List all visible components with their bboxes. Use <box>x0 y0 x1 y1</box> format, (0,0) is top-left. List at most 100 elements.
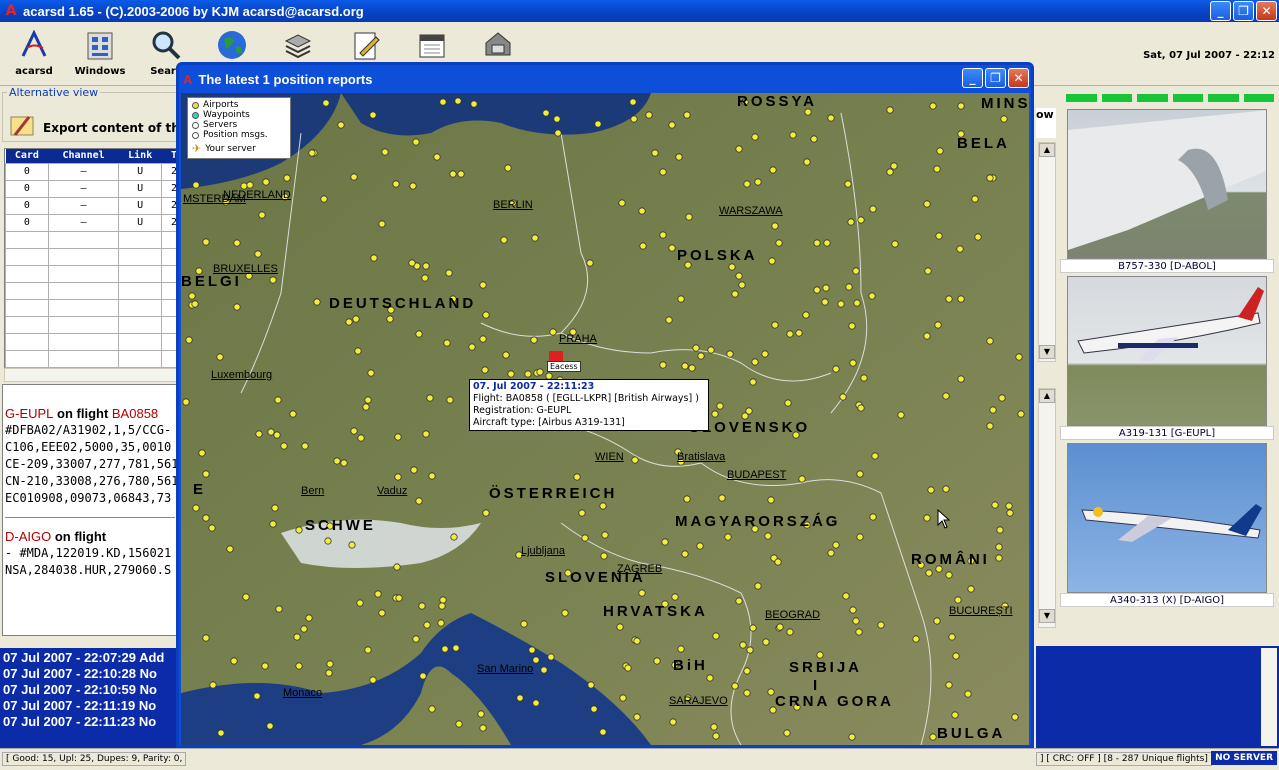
airport-dot[interactable] <box>639 242 647 250</box>
map-city-label[interactable]: Bratislava <box>677 451 725 463</box>
airport-dot[interactable] <box>789 131 797 139</box>
airport-dot[interactable] <box>927 486 935 494</box>
airport-dot[interactable] <box>681 362 689 370</box>
airport-dot[interactable] <box>426 394 434 402</box>
airport-dot[interactable] <box>530 336 538 344</box>
airport-dot[interactable] <box>832 365 840 373</box>
airport-dot[interactable] <box>681 550 689 558</box>
airport-dot[interactable] <box>269 520 277 528</box>
airport-dot[interactable] <box>549 328 557 336</box>
airport-dot[interactable] <box>951 711 959 719</box>
airport-dot[interactable] <box>271 504 279 512</box>
airport-dot[interactable] <box>749 378 757 386</box>
airport-dot[interactable] <box>751 358 759 366</box>
airport-dot[interactable] <box>352 315 360 323</box>
airport-dot[interactable] <box>340 459 348 467</box>
airport-dot[interactable] <box>813 286 821 294</box>
airport-dot[interactable] <box>726 350 734 358</box>
aircraft-photo[interactable]: B757-330 [D-ABOL] <box>1060 109 1274 273</box>
airport-dot[interactable] <box>573 473 581 481</box>
message-detail-box[interactable]: G-EUPL on flight BA0858 #DFBA02/A31902,1… <box>2 384 178 636</box>
airport-dot[interactable] <box>255 430 263 438</box>
airport-dot[interactable] <box>822 284 830 292</box>
airport-dot[interactable] <box>659 168 667 176</box>
airport-dot[interactable] <box>386 315 394 323</box>
airport-dot[interactable] <box>305 614 313 622</box>
airport-dot[interactable] <box>751 133 759 141</box>
airport-dot[interactable] <box>685 213 693 221</box>
airport-dot[interactable] <box>428 472 436 480</box>
airport-dot[interactable] <box>454 97 462 105</box>
airport-dot[interactable] <box>731 290 739 298</box>
airport-dot[interactable] <box>853 299 861 307</box>
airport-dot[interactable] <box>856 533 864 541</box>
airport-dot[interactable] <box>810 135 818 143</box>
airport-dot[interactable] <box>504 164 512 172</box>
airport-dot[interactable] <box>956 245 964 253</box>
airport-dot[interactable] <box>586 259 594 267</box>
airport-dot[interactable] <box>1015 353 1023 361</box>
airport-dot[interactable] <box>716 402 724 410</box>
airport-dot[interactable] <box>449 170 457 178</box>
airport-dot[interactable] <box>630 115 638 123</box>
airport-dot[interactable] <box>712 732 720 740</box>
airport-dot[interactable] <box>1011 713 1019 721</box>
airport-dot[interactable] <box>599 728 607 736</box>
airport-dot[interactable] <box>786 330 794 338</box>
airport-dot[interactable] <box>542 109 550 117</box>
airport-dot[interactable] <box>616 623 624 631</box>
airport-dot[interactable] <box>735 597 743 605</box>
airport-dot[interactable] <box>618 199 626 207</box>
airport-dot[interactable] <box>668 121 676 129</box>
airport-dot[interactable] <box>868 292 876 300</box>
airport-dot[interactable] <box>482 311 490 319</box>
airport-dot[interactable] <box>242 593 250 601</box>
airport-dot[interactable] <box>350 427 358 435</box>
airport-dot[interactable] <box>422 262 430 270</box>
airport-dot[interactable] <box>412 138 420 146</box>
airport-dot[interactable] <box>520 620 528 628</box>
airport-dot[interactable] <box>645 111 653 119</box>
airport-dot[interactable] <box>827 114 835 122</box>
map-city-label[interactable]: San Marino <box>477 663 533 675</box>
table-row[interactable]: 0–U2207 <box>5 162 177 181</box>
airport-dot[interactable] <box>438 602 446 610</box>
airport-dot[interactable] <box>345 318 353 326</box>
airport-dot[interactable] <box>422 430 430 438</box>
airport-dot[interactable] <box>945 681 953 689</box>
airport-dot[interactable] <box>226 545 234 553</box>
airport-dot[interactable] <box>964 690 972 698</box>
airport-dot[interactable] <box>362 403 370 411</box>
airport-dot[interactable] <box>659 231 667 239</box>
airport-dot[interactable] <box>957 295 965 303</box>
airport-dot[interactable] <box>886 168 894 176</box>
airport-dot[interactable] <box>348 541 356 549</box>
airport-dot[interactable] <box>724 533 732 541</box>
airport-dot[interactable] <box>392 180 400 188</box>
event-log[interactable]: 07 Jul 2007 - 22:07:29 Add 07 Jul 2007 -… <box>0 648 178 748</box>
airport-dot[interactable] <box>746 646 754 654</box>
airport-dot[interactable] <box>692 344 700 352</box>
airport-dot[interactable] <box>202 634 210 642</box>
dialog-titlebar[interactable]: A The latest 1 position reports <box>179 65 1031 93</box>
airport-dot[interactable] <box>849 359 857 367</box>
airport-dot[interactable] <box>974 233 982 241</box>
airport-dot[interactable] <box>957 375 965 383</box>
airport-dot[interactable] <box>587 681 595 689</box>
airport-dot[interactable] <box>415 497 423 505</box>
airport-dot[interactable] <box>441 645 449 653</box>
airport-dot[interactable] <box>923 200 931 208</box>
close-button[interactable]: ✕ <box>1256 1 1277 21</box>
airport-dot[interactable] <box>936 147 944 155</box>
airport-dot[interactable] <box>326 660 334 668</box>
scroll-up-icon[interactable]: ▲ <box>1039 143 1055 157</box>
airport-dot[interactable] <box>813 239 821 247</box>
airport-dot[interactable] <box>677 645 685 653</box>
airport-dot[interactable] <box>369 111 377 119</box>
airport-dot[interactable] <box>185 336 193 344</box>
airport-dot[interactable] <box>599 502 607 510</box>
airport-dot[interactable] <box>421 274 429 282</box>
airport-dot[interactable] <box>233 303 241 311</box>
airport-dot[interactable] <box>735 272 743 280</box>
airport-dot[interactable] <box>924 267 932 275</box>
